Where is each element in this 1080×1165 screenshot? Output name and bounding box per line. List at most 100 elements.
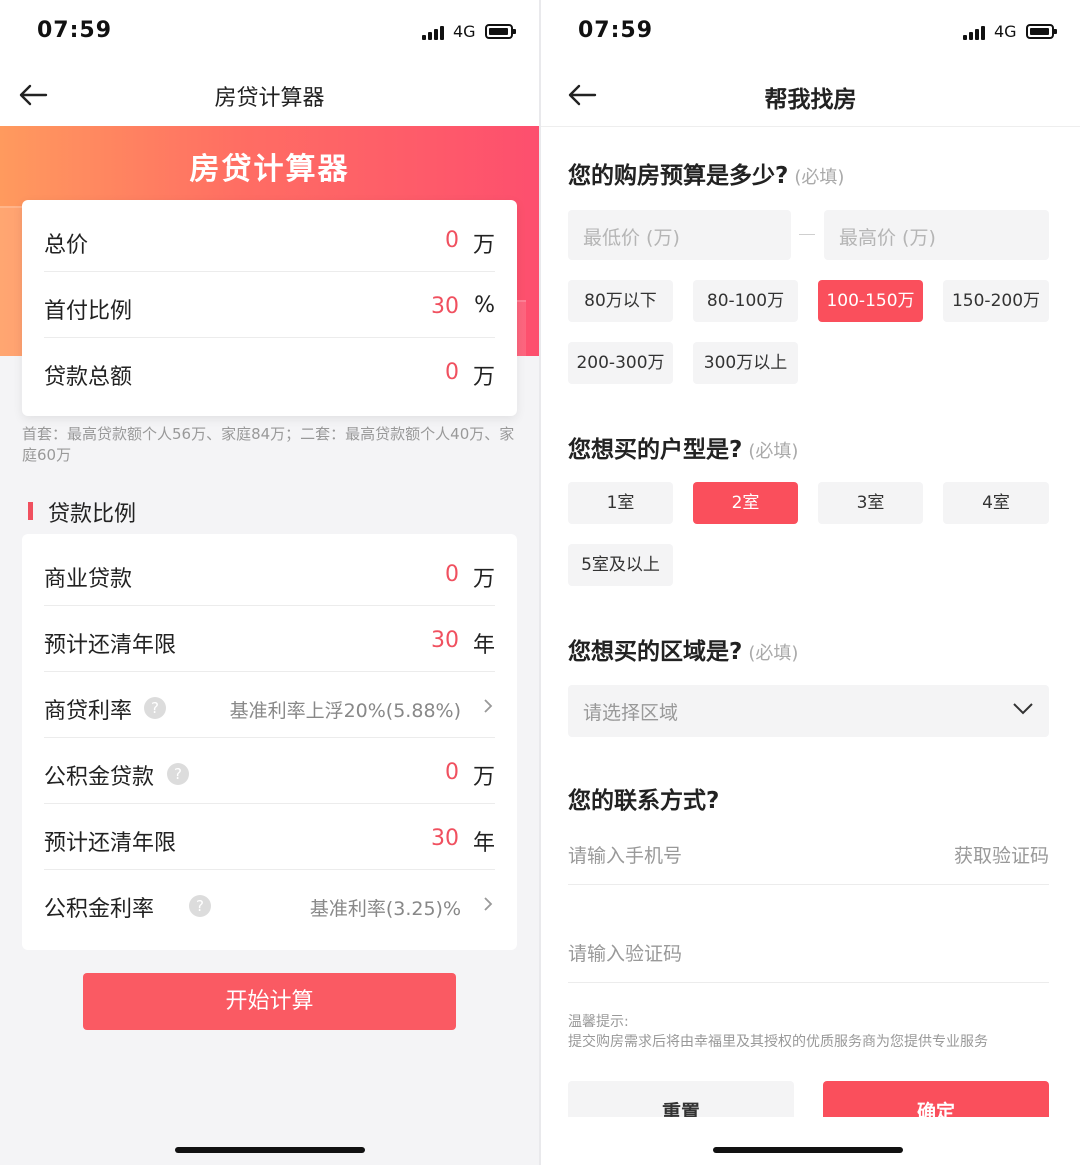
fund-years-row[interactable]: 预计还清年限 30 年 [44, 804, 495, 870]
network-label: 4G [994, 22, 1017, 41]
page-title: 帮我找房 [764, 87, 857, 113]
total-price-label: 总价 [44, 233, 89, 258]
help-icon[interactable]: ? [189, 895, 211, 917]
area-question: 您想买的区域是? (必填) [568, 632, 798, 666]
reset-button[interactable]: 重置 [568, 1081, 794, 1117]
confirm-button[interactable]: 确定 [823, 1081, 1049, 1117]
loan-total-unit: 万 [472, 365, 495, 390]
commercial-loan-value[interactable]: 0 [445, 562, 459, 587]
down-payment-label: 首付比例 [44, 299, 133, 324]
battery-icon [485, 24, 516, 39]
fund-years-label: 预计还清年限 [44, 831, 177, 856]
min-price-input[interactable]: 最低价 (万) [568, 210, 791, 260]
page-title: 房贷计算器 [214, 86, 325, 111]
commercial-years-unit: 年 [472, 633, 495, 658]
fund-rate-label: 公积金利率 [44, 897, 155, 922]
loan-ratio-card: 商业贷款 0 万 预计还清年限 30 年 商贷利率 ? 基准利率上浮20%(5.… [22, 534, 517, 950]
layout-option-chip-selected[interactable]: 2室 [693, 482, 798, 524]
nav-divider [541, 126, 1080, 127]
layout-question-text: 您想买的户型是? [568, 437, 743, 463]
signal-icon [422, 26, 448, 40]
loan-total-label: 贷款总额 [44, 365, 133, 390]
code-placeholder: 请输入验证码 [568, 943, 683, 965]
commercial-rate-value: 基准利率上浮20%(5.88%) [229, 700, 461, 722]
commercial-rate-label: 商贷利率 [44, 699, 133, 724]
area-select-placeholder: 请选择区域 [583, 702, 679, 724]
battery-icon [1026, 24, 1057, 39]
layout-option-chip[interactable]: 1室 [568, 482, 673, 524]
commercial-loan-row[interactable]: 商业贷款 0 万 [44, 540, 495, 606]
down-payment-unit: % [474, 293, 495, 318]
down-payment-row[interactable]: 首付比例 30 % [44, 272, 495, 338]
commercial-years-row[interactable]: 预计还清年限 30 年 [44, 606, 495, 672]
area-select[interactable]: 请选择区域 [568, 685, 1049, 737]
fund-loan-label: 公积金贷款 [44, 765, 155, 790]
loan-total-value: 0 [445, 360, 459, 385]
budget-option-chip[interactable]: 80-100万 [693, 280, 798, 322]
fund-loan-value[interactable]: 0 [445, 760, 459, 785]
phone-input[interactable]: 请输入手机号 获取验证码 [568, 825, 1049, 885]
home-indicator [713, 1147, 903, 1153]
nav-bar: 房贷计算器 [0, 66, 539, 126]
commercial-rate-row[interactable]: 商贷利率 ? 基准利率上浮20%(5.88%) [44, 672, 495, 738]
summary-card: 总价 0 万 首付比例 30 % 贷款总额 0 万 [22, 200, 517, 416]
get-code-button[interactable]: 获取验证码 [954, 841, 1049, 868]
banner-title: 房贷计算器 [189, 152, 350, 187]
contact-question: 您的联系方式? [568, 788, 720, 814]
required-tag: (必填) [748, 643, 799, 664]
commercial-years-value[interactable]: 30 [431, 628, 459, 653]
down-payment-value[interactable]: 30 [431, 294, 459, 319]
required-tag: (必填) [748, 441, 799, 462]
budget-question: 您的购房预算是多少? (必填) [568, 156, 844, 190]
commercial-years-label: 预计还清年限 [44, 633, 177, 658]
commercial-loan-unit: 万 [472, 567, 495, 592]
section-title: 贷款比例 [48, 502, 137, 527]
signal-icon [963, 26, 989, 40]
tip-text: 提交购房需求后将由幸福里及其授权的优质服务商为您提供专业服务 [568, 1034, 988, 1050]
bottom-safe-area [541, 1117, 1080, 1165]
status-bar: 07:59 4G [541, 0, 1080, 66]
start-calculation-button[interactable]: 开始计算 [83, 973, 456, 1030]
help-icon[interactable]: ? [144, 697, 166, 719]
budget-option-chip[interactable]: 80万以下 [568, 280, 673, 322]
budget-option-chip[interactable]: 150-200万 [943, 280, 1049, 322]
loan-total-row: 贷款总额 0 万 [44, 338, 495, 404]
code-input[interactable]: 请输入验证码 [568, 923, 1049, 983]
network-label: 4G [453, 22, 476, 41]
area-question-text: 您想买的区域是? [568, 639, 743, 665]
mortgage-calculator-screen: 07:59 4G 房贷计算器 房贷计算器 总价 0 万 首付比例 30 % 贷款… [0, 0, 539, 1165]
fund-loan-unit: 万 [472, 765, 495, 790]
layout-option-chip[interactable]: 3室 [818, 482, 923, 524]
phone-placeholder: 请输入手机号 [568, 845, 683, 867]
fund-loan-row[interactable]: 公积金贷款 ? 0 万 [44, 738, 495, 804]
budget-question-text: 您的购房预算是多少? [568, 163, 789, 189]
fund-years-value[interactable]: 30 [431, 826, 459, 851]
total-price-row[interactable]: 总价 0 万 [44, 206, 495, 272]
budget-option-chip[interactable]: 200-300万 [568, 342, 673, 384]
commercial-loan-label: 商业贷款 [44, 567, 133, 592]
chevron-down-icon [1013, 703, 1033, 715]
find-home-screen: 07:59 4G 帮我找房 您的购房预算是多少? (必填) 最低价 (万) 最高价… [541, 0, 1080, 1165]
fund-rate-value: 基准利率(3.25)% [309, 898, 461, 920]
max-price-placeholder: 最高价 (万) [839, 227, 936, 249]
total-price-unit: 万 [472, 233, 495, 258]
budget-option-chip[interactable]: 300万以上 [693, 342, 798, 384]
budget-option-chip-selected[interactable]: 100-150万 [818, 280, 923, 322]
layout-question: 您想买的户型是? (必填) [568, 430, 798, 464]
fund-years-unit: 年 [472, 831, 495, 856]
fund-rate-row[interactable]: 公积金利率 ? 基准利率(3.25)% [44, 870, 495, 936]
required-tag: (必填) [794, 167, 845, 188]
status-time: 07:59 [37, 18, 113, 43]
status-time: 07:59 [578, 18, 654, 43]
status-bar: 07:59 4G [0, 0, 539, 66]
min-price-placeholder: 最低价 (万) [583, 227, 680, 249]
layout-option-chip[interactable]: 4室 [943, 482, 1049, 524]
section-accent-bar [28, 502, 33, 520]
chevron-right-icon [484, 897, 493, 911]
nav-bar: 帮我找房 [541, 66, 1080, 126]
layout-option-chip[interactable]: 5室及以上 [568, 544, 673, 586]
home-indicator [175, 1147, 365, 1153]
help-icon[interactable]: ? [167, 763, 189, 785]
total-price-value[interactable]: 0 [445, 228, 459, 253]
max-price-input[interactable]: 最高价 (万) [824, 210, 1049, 260]
